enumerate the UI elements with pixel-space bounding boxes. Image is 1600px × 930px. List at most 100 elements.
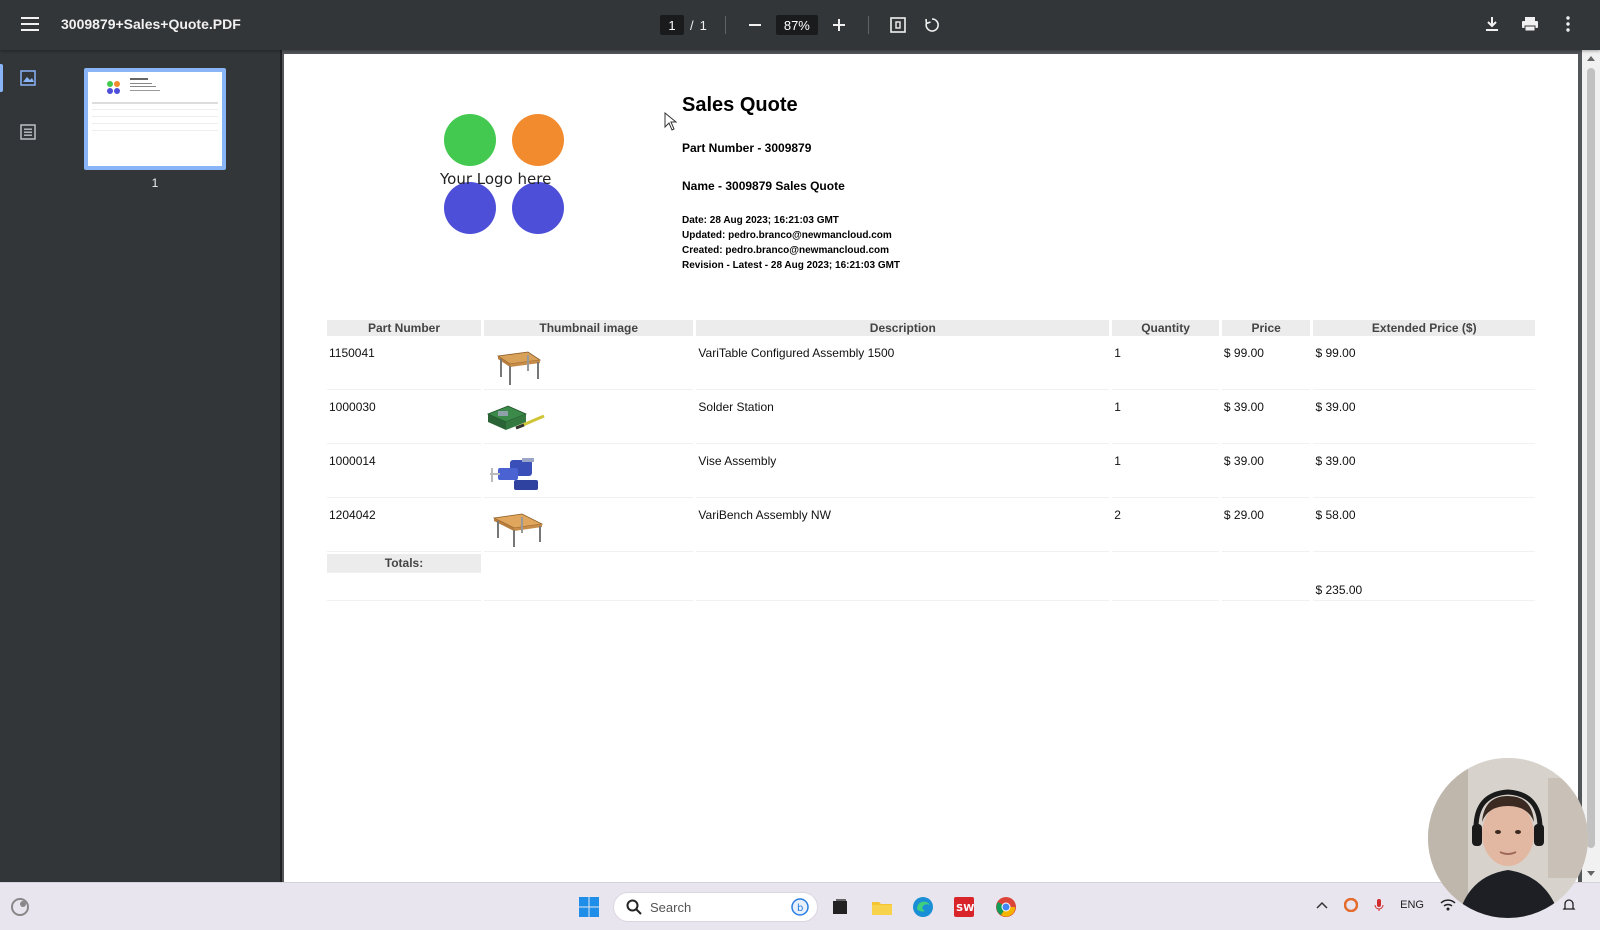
mouse-cursor-icon [664,112,678,131]
totals-spacer [484,554,1535,573]
logo-green-dot [444,114,496,166]
toolbar-actions [1480,12,1580,36]
start-button[interactable] [575,893,603,921]
active-indicator [0,64,3,92]
app-tray-icon[interactable] [1344,898,1359,912]
svg-text:SW: SW [956,903,974,914]
widgets-icon[interactable] [6,893,34,921]
webcam-overlay [1428,758,1588,918]
solidworks-icon[interactable]: SW [950,893,978,921]
download-icon [1486,17,1498,31]
outline-view-icon[interactable] [20,124,40,144]
col-description: Description [696,320,1110,336]
bench-icon [492,513,544,547]
page-preview [92,78,218,131]
empty-cell [1221,575,1311,601]
file-explorer-icon[interactable] [868,893,896,921]
quote-updated: Updated: pedro.branco@newmancloud.com [682,230,892,241]
task-view-icon[interactable] [826,893,854,921]
download-button[interactable] [1480,12,1504,36]
notification-icon[interactable] [1562,898,1576,912]
table-row: 1000014 Vise Assembly 1 $ 39.00 $ 39.00 [327,446,1535,498]
empty-cell [484,575,694,601]
thumbnail-cell [484,500,694,552]
search-placeholder: Search [650,899,692,915]
price-cell: $ 99.00 [1221,338,1311,390]
quote-name: Name - 3009879 Sales Quote [682,179,845,193]
current-page-input[interactable]: 1 [660,15,684,35]
table-row: 1000030 Solder Station 1 $ 39.00 $ 39.00 [327,392,1535,444]
pdf-toolbar: 3009879+Sales+Quote.PDF 1 / 1 87% [0,0,1600,50]
solder-station-icon [487,405,545,430]
thumbnail-cell [484,338,694,390]
menu-icon[interactable] [18,13,42,37]
logo-orange-dot [512,114,564,166]
totals-label-row: Totals: [327,554,1535,573]
wifi-icon[interactable] [1440,899,1456,911]
quantity-cell: 1 [1112,338,1219,390]
minus-icon [748,24,761,26]
col-part-number: Part Number [327,320,482,336]
extended-price-cell: $ 39.00 [1313,446,1535,498]
logo-text: Your Logo here [440,170,552,188]
search-icon [626,899,642,915]
print-button[interactable] [1518,12,1542,36]
page-separator: / [690,17,694,33]
description-cell: Solder Station [696,392,1110,444]
scroll-up-arrow-icon[interactable] [1587,56,1595,61]
rotate-icon [925,18,939,32]
sidebar-rail [0,50,58,882]
fit-to-page-button[interactable] [887,14,909,36]
totals-row: $ 235.00 [327,575,1535,601]
quote-revision: Revision - Latest - 28 Aug 2023; 16:21:0… [682,260,901,271]
quote-title: Sales Quote [682,94,798,116]
table-header-row: Part Number Thumbnail image Description … [327,320,1535,336]
chrome-icon[interactable] [992,893,1020,921]
quantity-cell: 1 [1112,392,1219,444]
quantity-cell: 1 [1112,446,1219,498]
microphone-icon[interactable] [1374,898,1384,912]
col-extended-price: Extended Price ($) [1313,320,1535,336]
zoom-in-button[interactable] [828,14,850,36]
vertical-scrollbar[interactable] [1582,50,1600,882]
scroll-thumb[interactable] [1587,68,1595,848]
more-options-button[interactable] [1556,12,1580,36]
svg-text:b: b [797,903,803,914]
col-price: Price [1221,320,1311,336]
quote-table: Part Number Thumbnail image Description … [324,318,1538,603]
language-indicator[interactable]: ENG [1400,899,1424,911]
empty-cell [696,575,1110,601]
logo-blue-dot [512,182,564,234]
more-vert-icon [1566,16,1570,32]
print-icon [1522,17,1538,32]
zoom-out-button[interactable] [744,14,766,36]
thumbnail-sidebar: 1 [0,50,280,882]
thumbnail-cell [484,446,694,498]
price-cell: $ 29.00 [1221,500,1311,552]
table-icon [496,351,542,385]
scroll-down-arrow-icon[interactable] [1587,871,1595,876]
empty-cell [327,575,482,601]
rotate-button[interactable] [921,14,943,36]
quote-date: Date: 28 Aug 2023; 16:21:03 GMT [682,215,839,226]
presenter-video [1428,758,1588,918]
col-thumbnail: Thumbnail image [484,320,694,336]
document-title: 3009879+Sales+Quote.PDF [61,16,241,32]
description-cell: VariBench Assembly NW [696,500,1110,552]
grand-total-cell: $ 235.00 [1313,575,1535,601]
taskbar-search[interactable]: Search b [613,892,818,922]
quote-part-number: Part Number - 3009879 [682,141,812,155]
total-pages: 1 [699,17,707,33]
page-controls: 1 / 1 87% [660,14,943,36]
edge-browser-icon[interactable] [909,893,937,921]
thumbnails-view-icon[interactable] [20,70,40,90]
fit-page-icon [890,17,906,33]
toolbar-divider [724,16,726,34]
document-viewer[interactable]: Your Logo here Sales Quote Part Number -… [282,50,1600,882]
plus-icon [832,19,845,31]
zoom-input[interactable]: 87% [775,15,818,35]
extended-price-cell: $ 99.00 [1313,338,1535,390]
chevron-up-icon[interactable] [1316,901,1328,909]
description-cell: VariTable Configured Assembly 1500 [696,338,1110,390]
page-thumbnail[interactable] [84,68,226,170]
